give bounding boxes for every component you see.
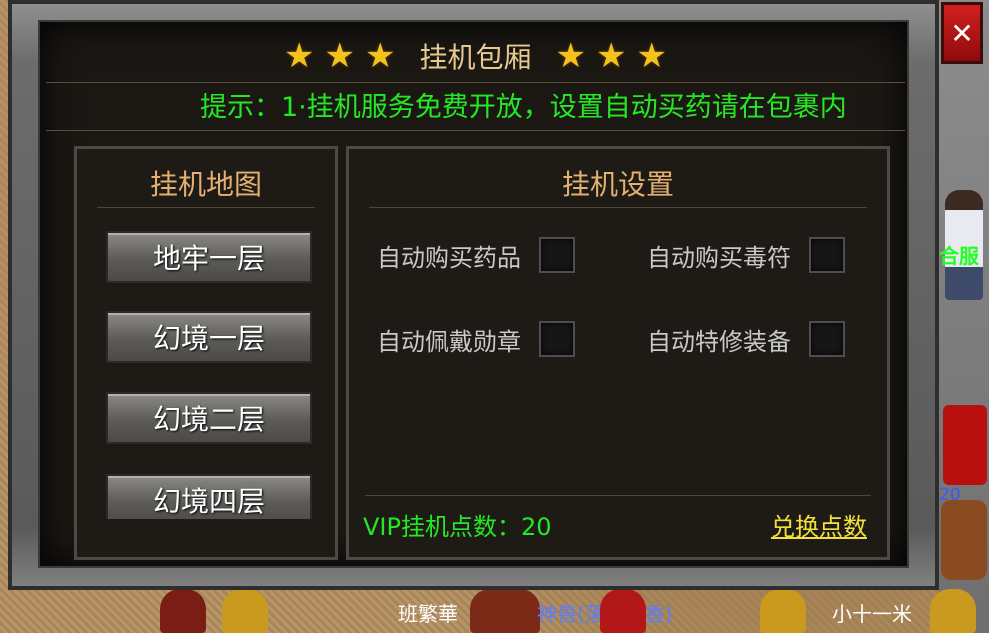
divider: [46, 130, 905, 131]
option-auto-buy-talisman: 自动购买毒符: [647, 237, 845, 273]
scene-right-backdrop: 合服 20_: [939, 0, 989, 633]
auto-buy-potion-checkbox[interactable]: [539, 237, 575, 273]
scene-bottom-strip: 班繁華 神兽(落叶残香) 小十一米: [0, 585, 989, 633]
star-icon: ★: [595, 36, 627, 76]
scene-server-tag: 合服: [939, 244, 979, 268]
npc-name[interactable]: 班繁華: [398, 598, 458, 627]
close-icon: ✕: [950, 16, 974, 50]
scene-figure: [760, 589, 806, 633]
scene-figure: [470, 589, 540, 633]
auto-wear-medal-checkbox[interactable]: [539, 321, 575, 357]
option-label: 自动购买毒符: [647, 243, 791, 272]
settings-panel: 挂机设置 自动购买药品 自动购买毒符 自动佩戴勋章 自动特修装备 VIP挂机点数…: [346, 146, 890, 560]
option-label: 自动佩戴勋章: [377, 327, 521, 356]
star-icon: ★: [284, 36, 315, 76]
star-icon: ★: [365, 36, 396, 76]
divider: [46, 82, 905, 83]
scene-figure: [222, 589, 268, 633]
scene-mount: [941, 500, 987, 580]
map-button-illusion-1[interactable]: 幻境一层: [106, 311, 312, 363]
map-panel: 挂机地图 地牢一层 幻境一层 幻境二层 幻境四层: [74, 146, 338, 560]
star-icon: ★: [324, 36, 355, 76]
auto-buy-talisman-checkbox[interactable]: [809, 237, 845, 273]
auto-repair-checkbox[interactable]: [809, 321, 845, 357]
scene-figure: [930, 589, 976, 633]
afk-room-window: ★ ★ ★ 挂机包厢 ★ ★ ★ 提示：1·挂机服务免费开放，设置自动买药请在包…: [8, 0, 939, 590]
exchange-points-link[interactable]: 兑换点数: [771, 507, 867, 542]
scene-figure: [600, 589, 646, 633]
star-icon: ★: [636, 36, 667, 76]
settings-panel-heading: 挂机设置: [561, 168, 674, 201]
divider: [365, 495, 871, 496]
map-list[interactable]: 地牢一层 幻境一层 幻境二层 幻境四层: [77, 149, 335, 519]
notice-text: 提示：1·挂机服务免费开放，设置自动买药请在包裹内: [200, 92, 847, 123]
map-button-illusion-4[interactable]: 幻境四层: [106, 474, 312, 519]
option-auto-wear-medal: 自动佩戴勋章: [377, 321, 575, 357]
map-button-illusion-2[interactable]: 幻境二层: [106, 392, 312, 444]
option-label: 自动特修装备: [647, 327, 791, 356]
close-button[interactable]: ✕: [941, 2, 983, 64]
vip-points-text: VIP挂机点数：20: [363, 513, 552, 541]
option-auto-buy-potion: 自动购买药品: [377, 237, 575, 273]
map-button-dungeon-1[interactable]: 地牢一层: [106, 231, 312, 283]
divider: [369, 207, 867, 208]
star-icon: ★: [555, 36, 586, 76]
npc-name[interactable]: 小十一米: [832, 598, 912, 627]
option-auto-repair: 自动特修装备: [647, 321, 845, 357]
window-title: 挂机包厢: [419, 41, 532, 74]
option-label: 自动购买药品: [377, 243, 521, 272]
title-bar: ★ ★ ★ 挂机包厢 ★ ★ ★: [40, 36, 911, 76]
scene-red-figure: [943, 405, 987, 485]
window-body: ★ ★ ★ 挂机包厢 ★ ★ ★ 提示：1·挂机服务免费开放，设置自动买药请在包…: [38, 20, 909, 568]
scene-figure: [160, 589, 206, 633]
